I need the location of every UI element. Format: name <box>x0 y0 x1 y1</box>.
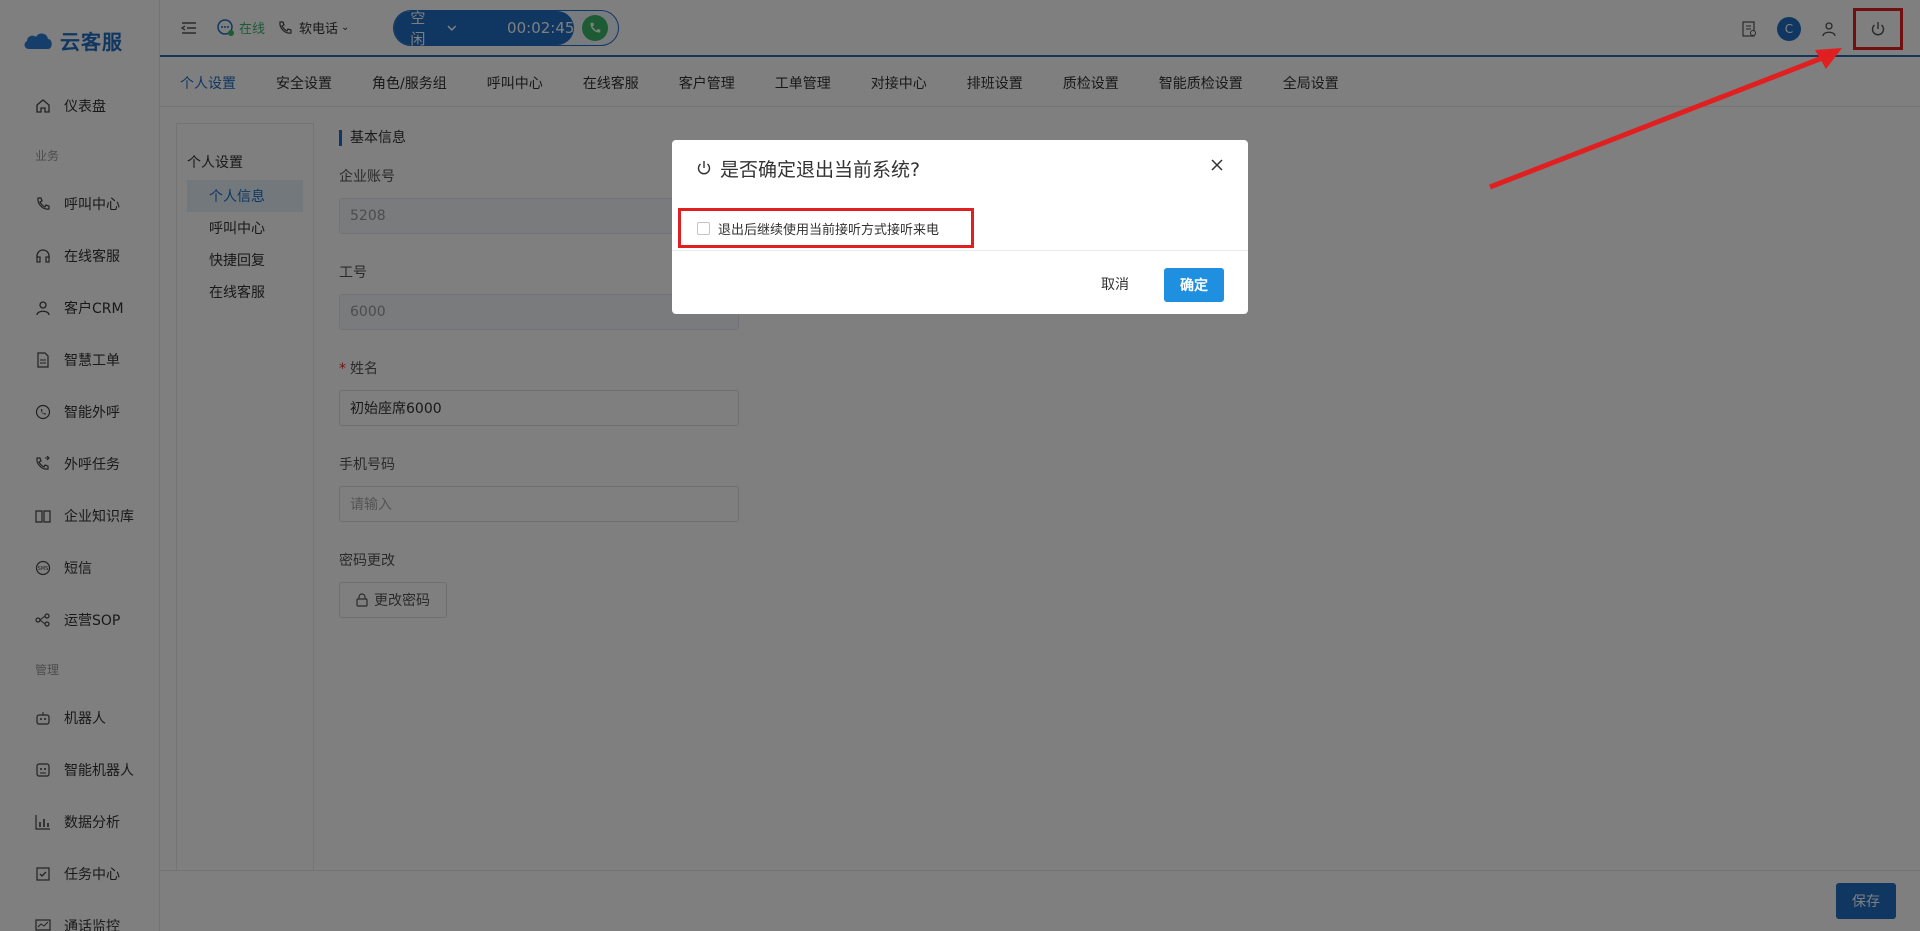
dialog-title: 是否确定退出当前系统? <box>720 158 921 181</box>
dialog-footer: 取消 确定 <box>672 250 1248 314</box>
keep-answering-option[interactable]: 退出后继续使用当前接听方式接听来电 <box>678 208 974 248</box>
logout-confirm-dialog: 是否确定退出当前系统? 退出后继续使用当前接听方式接听来电 取消 确定 <box>672 140 1248 314</box>
power-icon <box>696 160 712 176</box>
cancel-button[interactable]: 取消 <box>1090 268 1140 302</box>
keep-answering-checkbox[interactable] <box>697 221 710 235</box>
close-icon[interactable] <box>1206 154 1228 176</box>
dialog-header: 是否确定退出当前系统? <box>672 140 1248 196</box>
confirm-button[interactable]: 确定 <box>1164 268 1224 302</box>
keep-answering-label: 退出后继续使用当前接听方式接听来电 <box>718 222 940 238</box>
